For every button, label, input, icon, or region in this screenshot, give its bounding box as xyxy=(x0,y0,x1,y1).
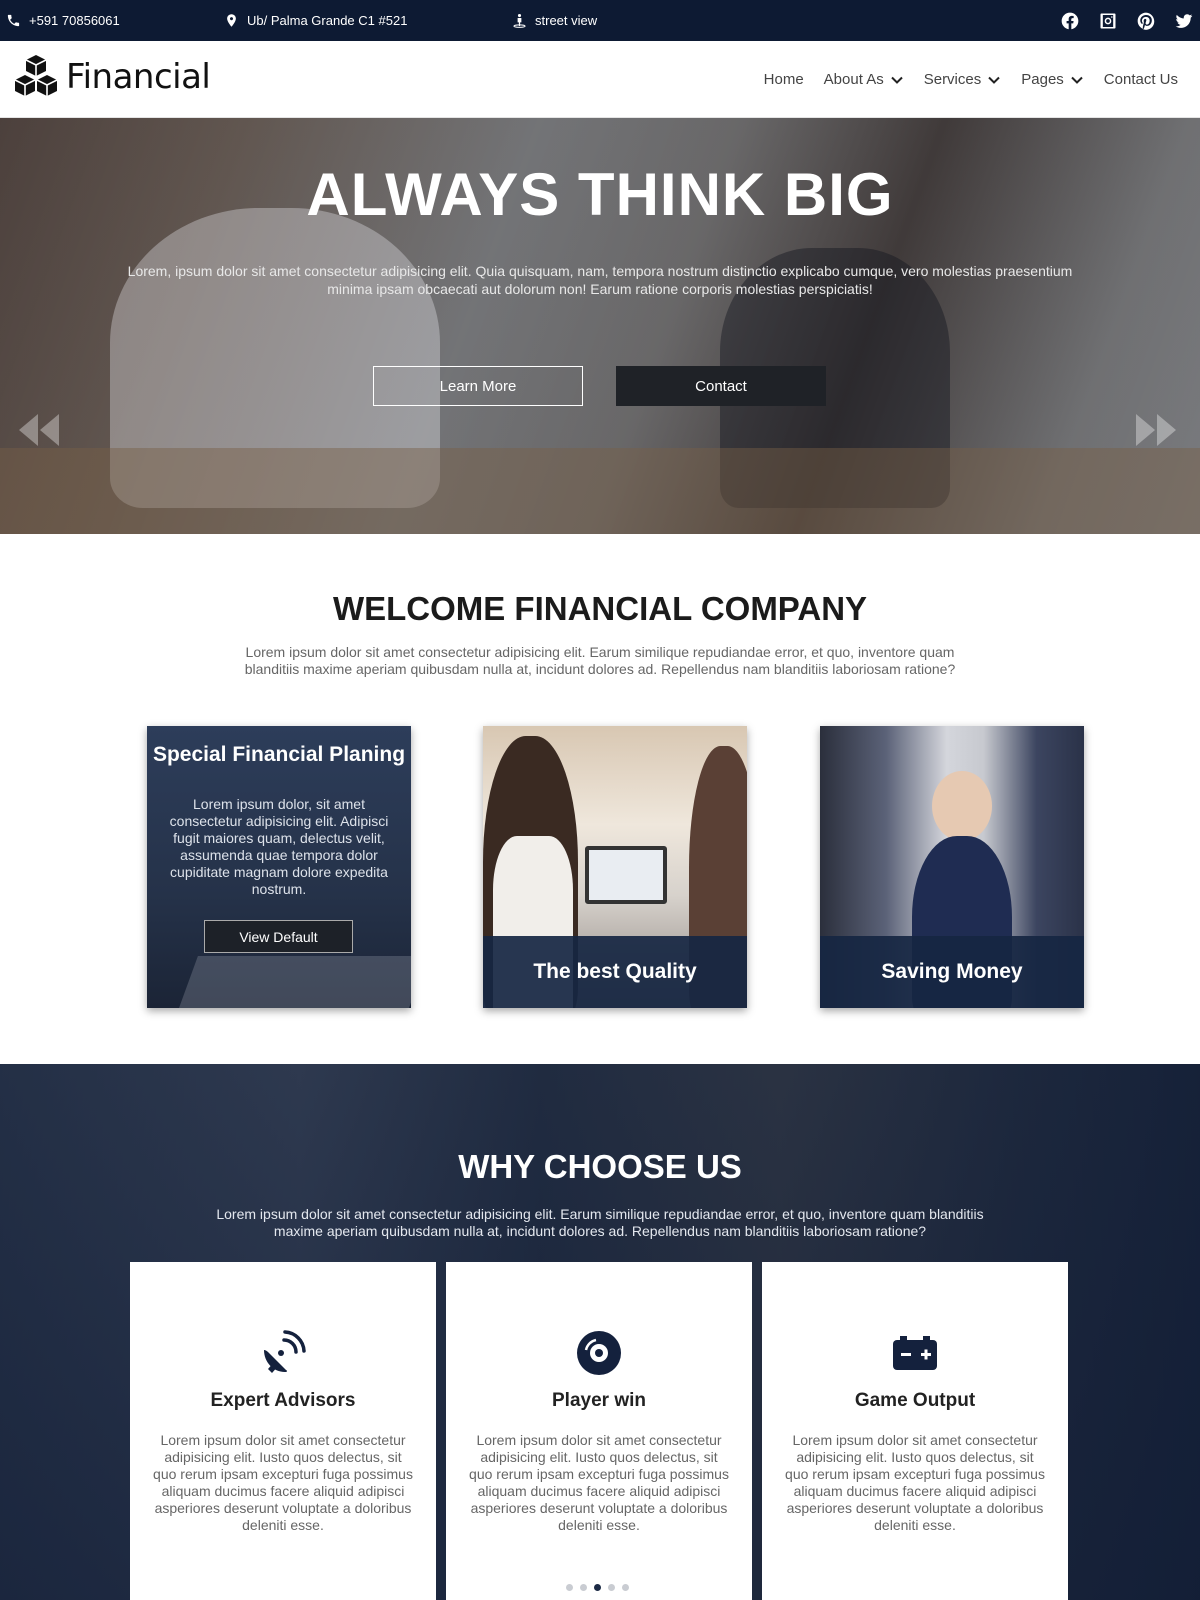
chevron-down-icon xyxy=(988,76,1000,84)
slider-next-arrow[interactable] xyxy=(1134,410,1180,450)
card-text: Lorem ipsum dolor, sit amet consectetur … xyxy=(169,796,389,897)
carousel-dot-active[interactable] xyxy=(594,1584,601,1591)
logo[interactable]: Financial xyxy=(12,53,211,101)
carousel-dot[interactable] xyxy=(580,1584,587,1591)
feature-title: Expert Advisors xyxy=(210,1390,356,1411)
cubes-logo-icon xyxy=(14,55,58,96)
hero-title: ALWAYS THINK BIG xyxy=(306,161,894,228)
street-view-link[interactable]: street view xyxy=(512,0,597,41)
address-info[interactable]: Ub/ Palma Grande C1 #521 xyxy=(224,0,407,41)
welcome-title: WELCOME FINANCIAL COMPANY xyxy=(332,590,868,627)
phone-number: +591 70856061 xyxy=(29,13,120,28)
laptop-image xyxy=(585,846,667,904)
street-view-icon xyxy=(513,13,526,28)
street-view-label: street view xyxy=(535,13,598,28)
view-default-button[interactable]: View Default xyxy=(204,920,353,953)
card-title: Special Financial Planing xyxy=(152,743,406,766)
nav-pages[interactable]: Pages xyxy=(1011,71,1094,88)
why-choose-us-section: WHY CHOOSE US Lorem ipsum dolor sit amet… xyxy=(0,1064,1200,1600)
carousel-dot[interactable] xyxy=(608,1584,615,1591)
pinterest-icon[interactable] xyxy=(1136,11,1156,31)
nav-home[interactable]: Home xyxy=(754,71,814,88)
satellite-dish-icon xyxy=(258,1328,308,1378)
card-best-quality[interactable]: The best Quality xyxy=(483,726,747,1008)
nav-contact-label: Contact Us xyxy=(1103,71,1178,88)
feature-card-expert-advisors[interactable]: Expert Advisors Lorem ipsum dolor sit am… xyxy=(130,1262,436,1600)
instagram-icon[interactable] xyxy=(1098,11,1118,31)
card-saving-money[interactable]: Saving Money xyxy=(820,726,1084,1008)
why-text: Lorem ipsum dolor sit amet consectetur a… xyxy=(216,1206,984,1239)
twitter-icon[interactable] xyxy=(1174,11,1194,31)
address-text: Ub/ Palma Grande C1 #521 xyxy=(247,13,408,28)
carousel-dots xyxy=(566,1584,629,1591)
feature-card-game-output[interactable]: Game Output Lorem ipsum dolor sit amet c… xyxy=(762,1262,1068,1600)
carousel-dot[interactable] xyxy=(622,1584,629,1591)
feature-text: Lorem ipsum dolor sit amet consectetur a… xyxy=(153,1432,413,1533)
nav-about[interactable]: About As xyxy=(814,71,914,88)
double-right-arrow-icon xyxy=(1136,414,1176,446)
feature-title: Game Output xyxy=(854,1390,976,1411)
site-header: Financial Home About As Services Pages C… xyxy=(0,41,1200,118)
card-caption: Saving Money xyxy=(820,936,1084,1008)
feature-text: Lorem ipsum dolor sit amet consectetur a… xyxy=(785,1432,1045,1533)
facebook-icon[interactable] xyxy=(1060,11,1080,31)
contact-button[interactable]: Contact xyxy=(616,366,826,406)
welcome-text: Lorem ipsum dolor sit amet consectetur a… xyxy=(244,644,956,677)
why-title: WHY CHOOSE US xyxy=(458,1148,742,1185)
main-nav: Home About As Services Pages Contact Us xyxy=(754,41,1188,118)
hero-text: Lorem, ipsum dolor sit amet consectetur … xyxy=(127,263,1073,297)
phone-icon xyxy=(7,14,20,27)
nav-pages-label: Pages xyxy=(1021,71,1064,88)
battery-icon xyxy=(890,1328,940,1378)
social-links xyxy=(1060,0,1194,41)
chevron-down-icon xyxy=(891,76,903,84)
chevron-down-icon xyxy=(1071,76,1083,84)
phone-info[interactable]: +591 70856061 xyxy=(6,0,120,41)
nav-home-label: Home xyxy=(763,71,804,88)
location-pin-icon xyxy=(227,14,236,27)
nav-services-label: Services xyxy=(923,71,982,88)
person-image xyxy=(932,771,992,841)
feature-text: Lorem ipsum dolor sit amet consectetur a… xyxy=(469,1432,729,1533)
carousel-dot[interactable] xyxy=(566,1584,573,1591)
logo-text: Financial xyxy=(66,57,211,97)
feature-card-player-win[interactable]: Player win Lorem ipsum dolor sit amet co… xyxy=(446,1262,752,1600)
nav-services[interactable]: Services xyxy=(914,71,1012,88)
nav-about-label: About As xyxy=(823,71,884,88)
slider-prev-arrow[interactable] xyxy=(15,410,61,450)
feature-title: Player win xyxy=(552,1390,646,1411)
laptop-image xyxy=(176,956,411,1008)
hero-image-table xyxy=(0,448,1200,534)
card-special-financial-planing[interactable]: Special Financial Planing Lorem ipsum do… xyxy=(147,726,411,1008)
nav-contact[interactable]: Contact Us xyxy=(1094,71,1188,88)
card-caption: The best Quality xyxy=(483,936,747,1008)
compact-disc-icon xyxy=(574,1328,624,1378)
learn-more-button[interactable]: Learn More xyxy=(373,366,583,406)
double-left-arrow-icon xyxy=(19,414,59,446)
top-bar: +591 70856061 Ub/ Palma Grande C1 #521 s… xyxy=(0,0,1200,41)
